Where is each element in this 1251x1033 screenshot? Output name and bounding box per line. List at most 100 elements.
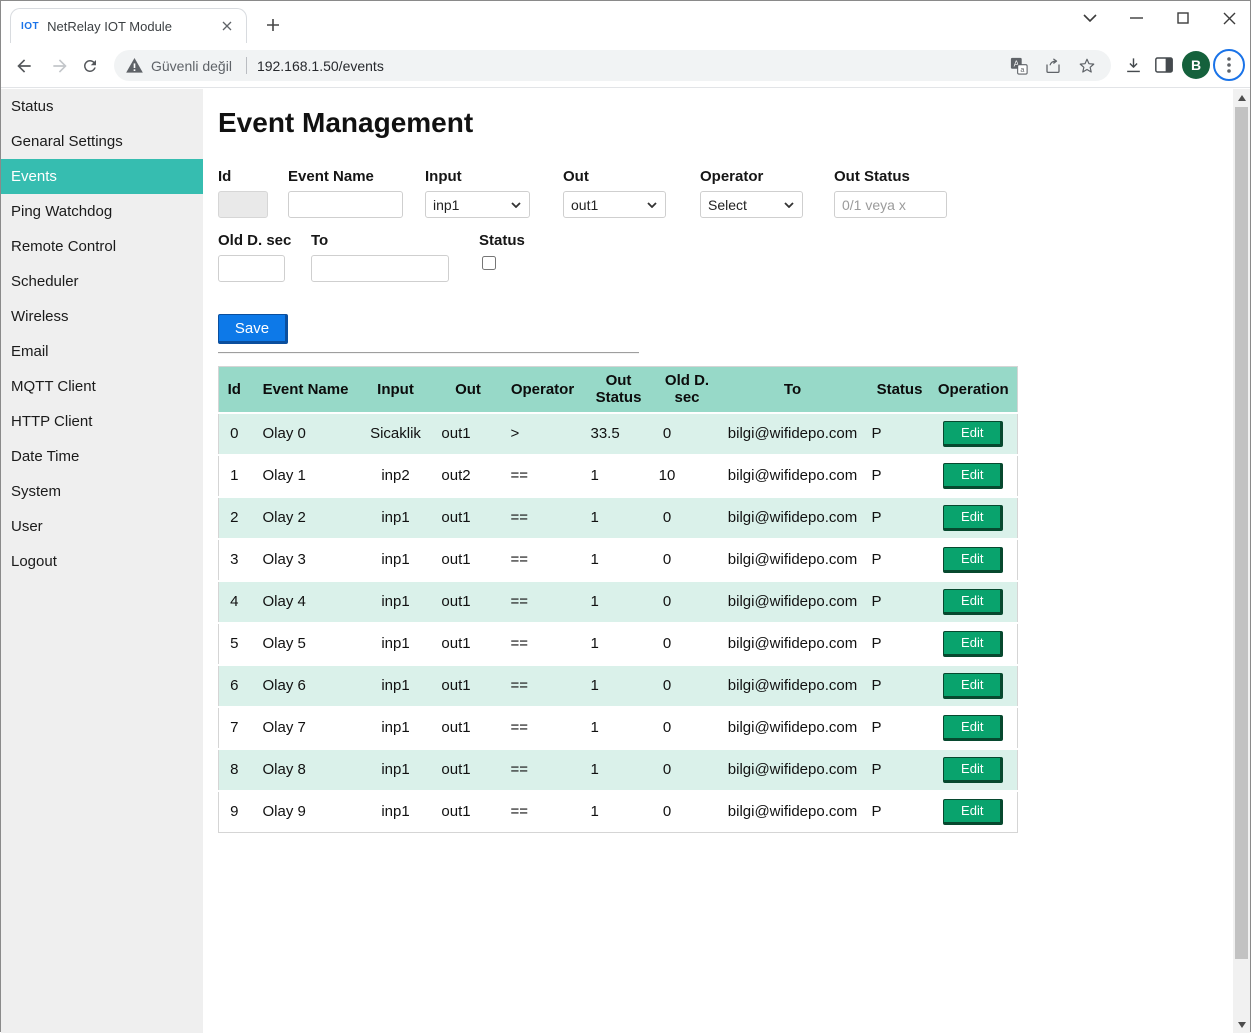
cell-to: bilgi@wifidepo.com <box>716 791 870 833</box>
edit-button[interactable]: Edit <box>943 715 1003 741</box>
select-chevron-icon <box>647 202 657 208</box>
edit-button[interactable]: Edit <box>943 799 1003 825</box>
edit-button[interactable]: Edit <box>943 757 1003 783</box>
edit-button[interactable]: Edit <box>943 673 1003 699</box>
table-row: 2Olay 2inp1out1==10bilgi@wifidepo.comPEd… <box>219 497 1018 539</box>
scrollbar-thumb[interactable] <box>1235 107 1248 959</box>
cell-status: P <box>870 497 930 539</box>
cell-operation: Edit <box>930 623 1018 665</box>
cell-old-d-sec: 0 <box>659 791 716 833</box>
cell-out-status: 1 <box>579 749 659 791</box>
cell-input: Sicaklik <box>362 413 430 455</box>
profile-avatar[interactable]: B <box>1182 51 1210 79</box>
column-header-status: Status <box>870 367 930 413</box>
sidebar-item-genaral-settings[interactable]: Genaral Settings <box>1 124 203 159</box>
cell-status: P <box>870 539 930 581</box>
cell-out: out1 <box>430 497 507 539</box>
edit-button[interactable]: Edit <box>943 547 1003 573</box>
cell-old-d-sec: 0 <box>659 413 716 455</box>
cell-out: out1 <box>430 791 507 833</box>
reload-icon[interactable] <box>77 53 103 79</box>
column-header-out-status: Out Status <box>579 367 659 413</box>
url-separator <box>246 57 247 74</box>
cell-operator: == <box>507 749 579 791</box>
status-checkbox[interactable] <box>482 256 496 270</box>
tab-search-chevron-icon[interactable] <box>1075 5 1105 31</box>
cell-out: out2 <box>430 455 507 497</box>
edit-button[interactable]: Edit <box>943 589 1003 615</box>
input-select[interactable]: inp1 <box>425 191 530 218</box>
main-content: Event Management Id Event Name Input inp… <box>203 89 1233 1033</box>
sidebar-item-ping-watchdog[interactable]: Ping Watchdog <box>1 194 203 229</box>
bookmark-star-icon[interactable] <box>1075 54 1099 78</box>
cell-status: P <box>870 707 930 749</box>
cell-status: P <box>870 413 930 455</box>
maximize-icon[interactable] <box>1168 5 1198 31</box>
scroll-up-icon[interactable] <box>1233 89 1250 106</box>
window-close-icon[interactable] <box>1214 5 1244 31</box>
sidebar-item-date-time[interactable]: Date Time <box>1 439 203 474</box>
back-icon[interactable] <box>11 53 37 79</box>
cell-out-status: 1 <box>579 539 659 581</box>
cell-status: P <box>870 623 930 665</box>
out-select[interactable]: out1 <box>563 191 666 218</box>
download-icon[interactable] <box>1119 51 1147 79</box>
sidebar-item-system[interactable]: System <box>1 474 203 509</box>
out-status-field[interactable] <box>834 191 947 218</box>
sidebar-item-email[interactable]: Email <box>1 334 203 369</box>
cell-event-name: Olay 1 <box>250 455 362 497</box>
cell-out: out1 <box>430 539 507 581</box>
minimize-icon[interactable] <box>1121 5 1151 31</box>
edit-button[interactable]: Edit <box>943 421 1003 447</box>
security-label[interactable]: Güvenli değil <box>151 58 232 74</box>
cell-input: inp1 <box>362 791 430 833</box>
page-title: Event Management <box>218 107 1233 139</box>
cell-to: bilgi@wifidepo.com <box>716 581 870 623</box>
sidebar-item-scheduler[interactable]: Scheduler <box>1 264 203 299</box>
cell-operator: == <box>507 791 579 833</box>
sidebar-item-logout[interactable]: Logout <box>1 544 203 579</box>
scroll-down-icon[interactable] <box>1233 1016 1250 1033</box>
cell-old-d-sec: 0 <box>659 749 716 791</box>
old-delay-field[interactable] <box>218 255 285 282</box>
sidebar-item-remote-control[interactable]: Remote Control <box>1 229 203 264</box>
table-row: 4Olay 4inp1out1==10bilgi@wifidepo.comPEd… <box>219 581 1018 623</box>
edit-button[interactable]: Edit <box>943 505 1003 531</box>
url-text[interactable]: 192.168.1.50/events <box>257 58 384 74</box>
table-row: 6Olay 6inp1out1==10bilgi@wifidepo.comPEd… <box>219 665 1018 707</box>
share-icon[interactable] <box>1041 54 1065 78</box>
side-panel-icon[interactable] <box>1150 51 1178 79</box>
more-vert-icon <box>1227 57 1231 73</box>
operator-select[interactable]: Select <box>700 191 803 218</box>
id-field <box>218 191 268 218</box>
browser-tab[interactable]: IOT NetRelay IOT Module <box>10 8 247 43</box>
save-button[interactable]: Save <box>218 314 288 344</box>
sidebar-item-wireless[interactable]: Wireless <box>1 299 203 334</box>
cell-event-name: Olay 9 <box>250 791 362 833</box>
event-name-field[interactable] <box>288 191 403 218</box>
cell-old-d-sec: 0 <box>659 539 716 581</box>
sidebar-item-mqtt-client[interactable]: MQTT Client <box>1 369 203 404</box>
new-tab-icon[interactable] <box>262 14 284 36</box>
sidebar-item-http-client[interactable]: HTTP Client <box>1 404 203 439</box>
browser-menu-button[interactable] <box>1213 49 1245 81</box>
address-bar[interactable]: Güvenli değil 192.168.1.50/events A a <box>114 50 1111 81</box>
sidebar-item-status[interactable]: Status <box>1 89 203 124</box>
scrollbar[interactable] <box>1233 89 1250 1033</box>
cell-operator: > <box>507 413 579 455</box>
to-field[interactable] <box>311 255 449 282</box>
cell-event-name: Olay 8 <box>250 749 362 791</box>
cell-operator: == <box>507 539 579 581</box>
sidebar-item-user[interactable]: User <box>1 509 203 544</box>
event-form-row-1: Id Event Name Input inp1 Out out1 <box>218 169 1233 218</box>
edit-button[interactable]: Edit <box>943 631 1003 657</box>
cell-event-name: Olay 6 <box>250 665 362 707</box>
translate-icon[interactable]: A a <box>1007 54 1031 78</box>
cell-id: 4 <box>219 581 250 623</box>
sidebar-item-events[interactable]: Events <box>1 159 203 194</box>
cell-out-status: 1 <box>579 623 659 665</box>
cell-id: 0 <box>219 413 250 455</box>
tab-close-icon[interactable] <box>218 17 236 35</box>
cell-old-d-sec: 0 <box>659 665 716 707</box>
edit-button[interactable]: Edit <box>943 463 1003 489</box>
